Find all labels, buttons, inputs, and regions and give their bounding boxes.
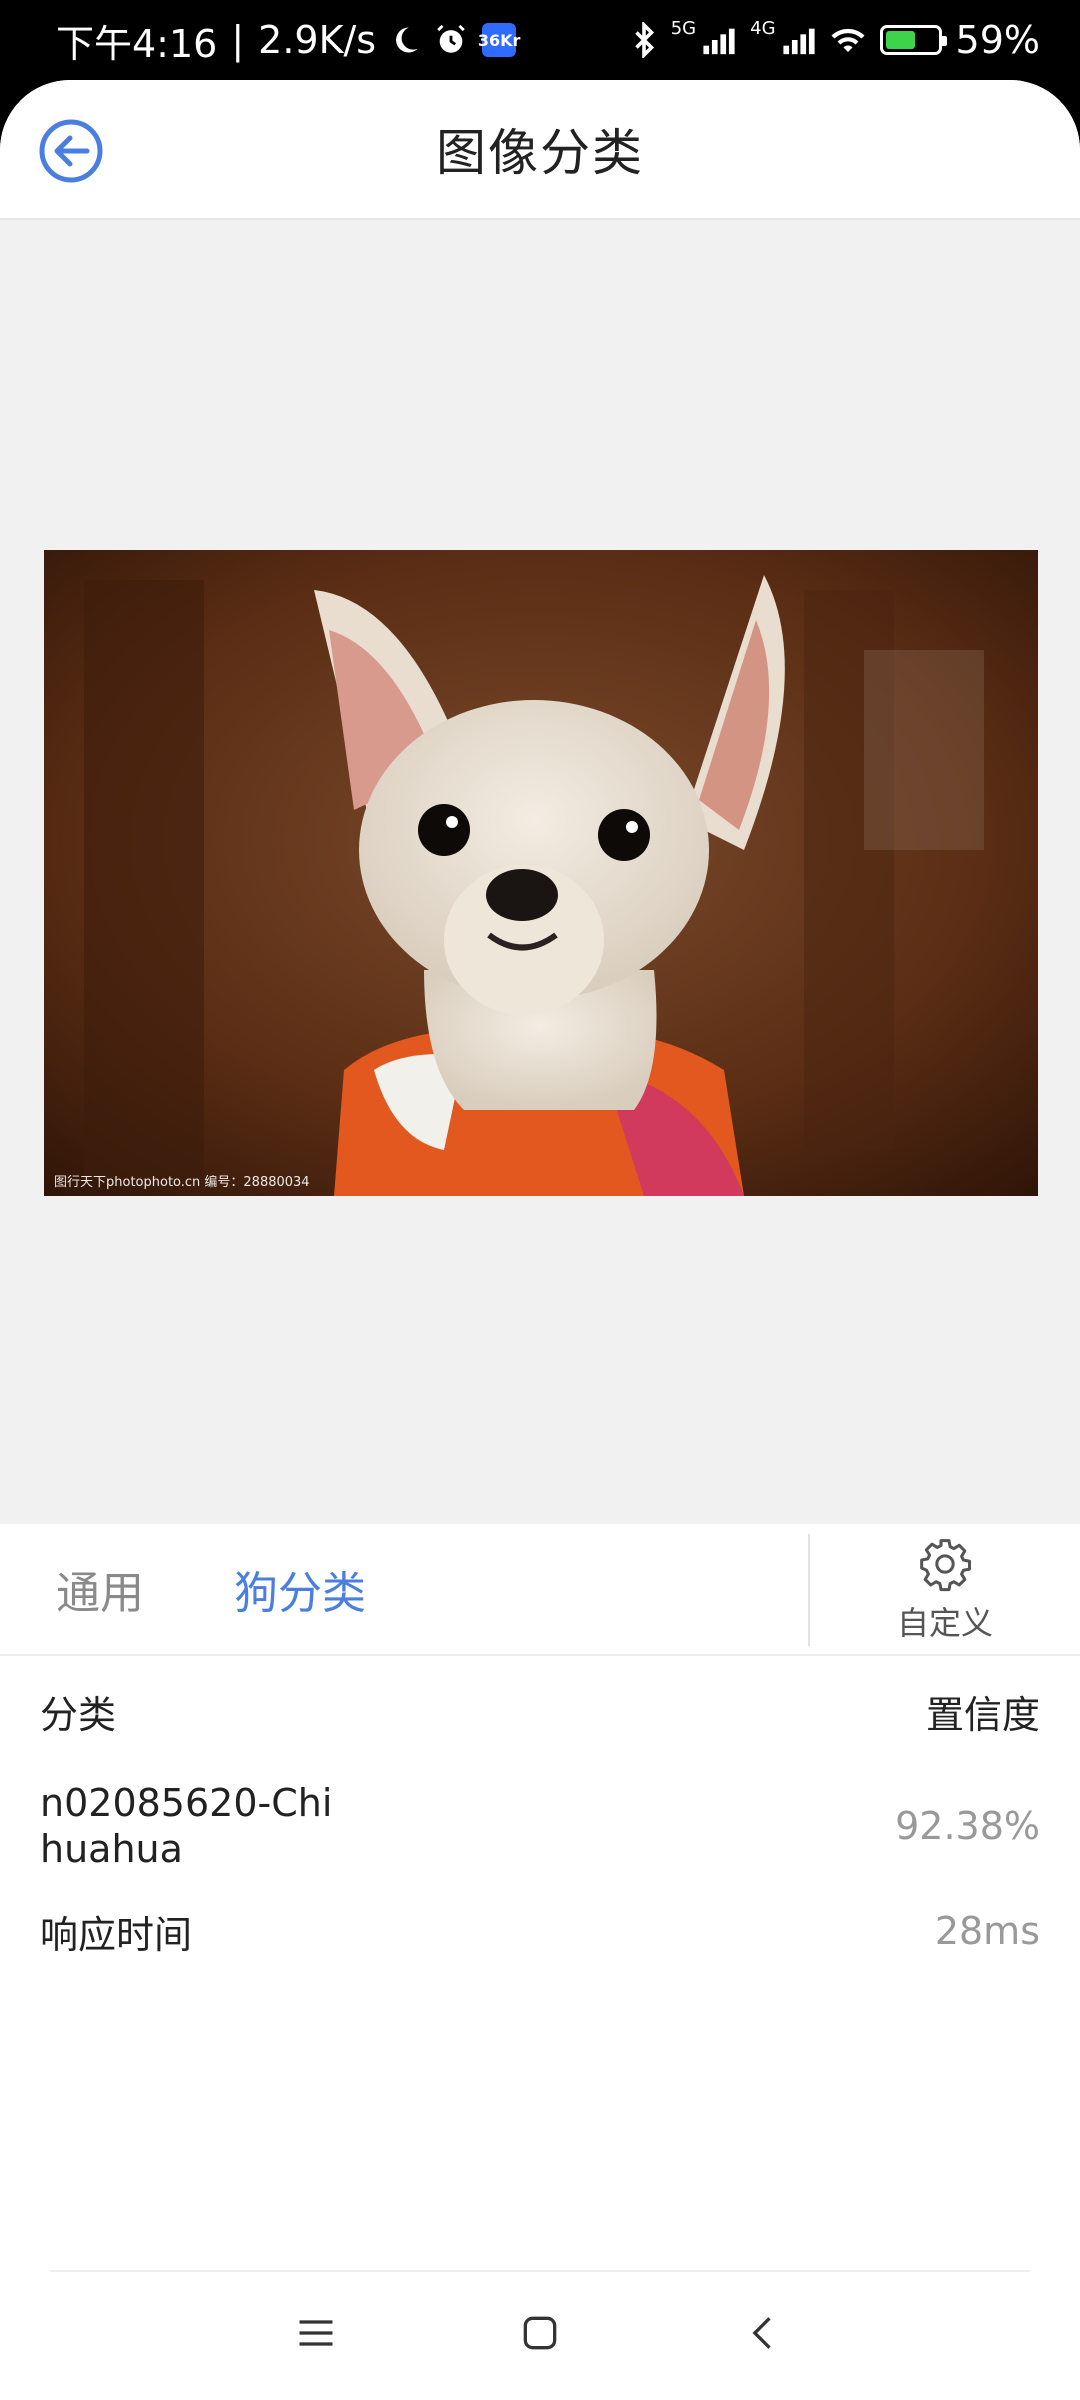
custom-button[interactable]: 自定义 bbox=[808, 1534, 1080, 1646]
gear-icon bbox=[920, 1539, 972, 1592]
home-square-icon bbox=[523, 2316, 557, 2350]
nav-divider bbox=[50, 2270, 1030, 2272]
system-nav-bar bbox=[0, 2270, 1080, 2400]
battery-percent: 59% bbox=[955, 18, 1040, 62]
battery-icon bbox=[879, 25, 947, 55]
tab-dog-classification[interactable]: 狗分类 bbox=[234, 1557, 366, 1621]
menu-icon bbox=[299, 2320, 333, 2346]
signal-icon-2 bbox=[782, 25, 816, 55]
category-tabs: 通用 狗分类 自定义 bbox=[0, 1524, 1080, 1656]
status-right: 5G 4G 59% bbox=[631, 18, 1040, 62]
chihuahua-image bbox=[44, 550, 1038, 1196]
status-left: 下午4:16 | 2.9K/s 36Kr bbox=[56, 13, 520, 68]
dog-photo: 图行天下photophoto.cn 编号：28880034 bbox=[44, 550, 1038, 1196]
signal-label-5g: 5G bbox=[670, 17, 697, 39]
custom-label: 自定义 bbox=[896, 1604, 993, 1642]
image-preview-area: 图行天下photophoto.cn 编号：28880034 bbox=[0, 220, 1080, 1524]
bluetooth-icon bbox=[631, 22, 657, 58]
response-time-row: 响应时间 28ms bbox=[40, 1886, 1040, 1976]
back-button[interactable] bbox=[38, 118, 104, 184]
response-time-value: 28ms bbox=[934, 1909, 1040, 1953]
status-separator: | bbox=[231, 18, 245, 62]
wifi-icon bbox=[830, 25, 866, 55]
photo-watermark: 图行天下photophoto.cn 编号：28880034 bbox=[54, 1175, 310, 1190]
signal-label-4g: 4G bbox=[750, 17, 776, 39]
home-button[interactable] bbox=[518, 2311, 562, 2359]
column-confidence: 置信度 bbox=[925, 1692, 1040, 1737]
tab-general[interactable]: 通用 bbox=[56, 1557, 144, 1621]
results-header: 分类 置信度 bbox=[40, 1656, 1040, 1766]
results-panel: 分类 置信度 n02085620-Chihuahua 92.38% 响应时间 2… bbox=[0, 1656, 1080, 1976]
network-speed: 2.9K/s bbox=[258, 18, 377, 62]
alarm-icon bbox=[434, 23, 468, 57]
confidence-value: 92.38% bbox=[895, 1804, 1040, 1848]
menu-button[interactable] bbox=[294, 2311, 338, 2359]
battery-fill bbox=[885, 31, 916, 49]
app-window: 图像分类 图行天下photophoto.cn 编号：28880034 通用 狗分… bbox=[0, 80, 1080, 2400]
system-back-button[interactable] bbox=[742, 2311, 786, 2359]
chevron-left-icon bbox=[752, 2317, 771, 2349]
status-time: 下午4:16 bbox=[56, 21, 218, 66]
column-class: 分类 bbox=[40, 1692, 117, 1737]
result-row: n02085620-Chihuahua 92.38% bbox=[40, 1766, 1040, 1886]
class-name: n02085620-Chihuahua bbox=[40, 1781, 333, 1871]
status-bar: 下午4:16 | 2.9K/s 36Kr 5G 4G 59% bbox=[0, 0, 1080, 80]
app-badge-icon: 36Kr bbox=[478, 23, 520, 57]
response-time-label: 响应时间 bbox=[40, 1912, 193, 1957]
moon-icon bbox=[390, 25, 420, 55]
page-title: 图像分类 bbox=[436, 124, 644, 182]
back-arrow-icon bbox=[39, 119, 103, 183]
app-header: 图像分类 bbox=[0, 80, 1080, 220]
signal-icon bbox=[702, 25, 736, 55]
